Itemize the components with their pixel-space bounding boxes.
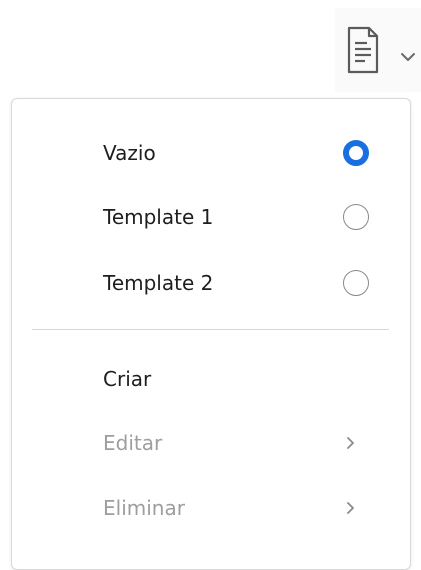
menu-item-label: Template 2	[103, 271, 214, 295]
menu-item-label: Eliminar	[103, 496, 185, 520]
menu-divider	[32, 329, 389, 330]
menu-item-label: Criar	[103, 367, 152, 391]
radio-unselected[interactable]	[343, 270, 369, 296]
menu-item-editar[interactable]: Editar	[12, 415, 410, 471]
document-icon	[347, 26, 379, 74]
radio-selected[interactable]	[343, 140, 369, 166]
template-menu: Vazio Template 1 Template 2 Criar Editar…	[11, 98, 411, 570]
template-dropdown-button[interactable]	[335, 8, 421, 92]
menu-item-label: Template 1	[103, 205, 214, 229]
radio-unselected[interactable]	[343, 204, 369, 230]
menu-item-vazio[interactable]: Vazio	[12, 125, 410, 181]
menu-item-eliminar[interactable]: Eliminar	[12, 480, 410, 536]
menu-item-template-1[interactable]: Template 1	[12, 189, 410, 245]
chevron-down-icon	[401, 53, 415, 61]
chevron-right-icon	[347, 437, 354, 449]
chevron-right-icon	[347, 502, 354, 514]
menu-item-label: Editar	[103, 431, 163, 455]
menu-item-criar[interactable]: Criar	[12, 351, 410, 407]
menu-item-template-2[interactable]: Template 2	[12, 255, 410, 311]
menu-item-label: Vazio	[103, 141, 156, 165]
